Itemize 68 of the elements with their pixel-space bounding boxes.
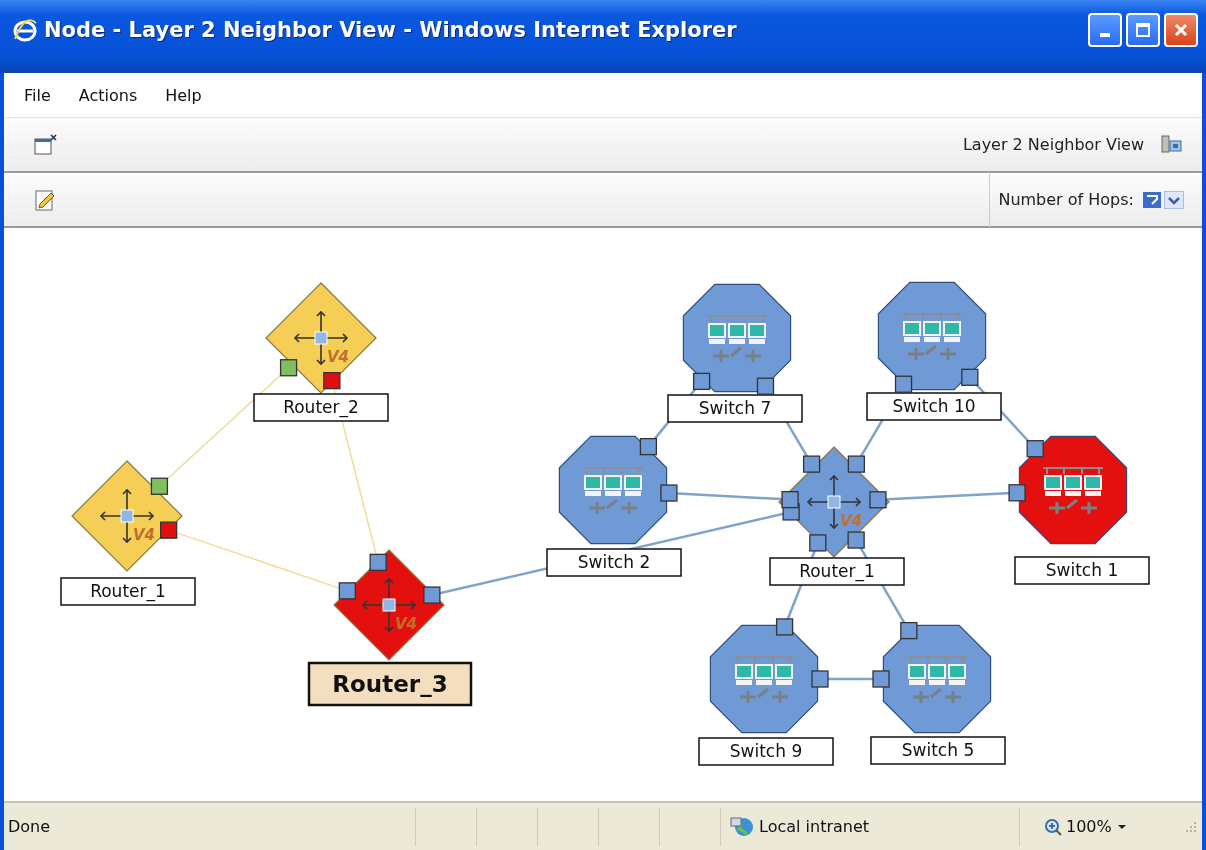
browser-logo-icon [12, 16, 38, 43]
network-view-icon[interactable] [1160, 133, 1184, 156]
port-marker[interactable] [369, 553, 387, 571]
node-label[interactable]: Router_2 [253, 393, 389, 422]
switch-node[interactable] [682, 283, 792, 393]
port-marker[interactable] [781, 490, 799, 509]
port-marker[interactable] [847, 455, 865, 473]
port-marker[interactable] [872, 670, 890, 688]
port-marker[interactable] [660, 484, 678, 502]
close-view-icon[interactable] [34, 133, 58, 156]
port-marker[interactable] [423, 586, 441, 604]
port-marker[interactable] [847, 531, 865, 549]
maximize-icon [1135, 21, 1151, 38]
menu-item[interactable]: Actions [64, 85, 152, 105]
node-label[interactable]: Router_3 [307, 661, 473, 707]
port-marker[interactable] [160, 521, 178, 539]
version-label: V4 [840, 512, 863, 530]
node-label[interactable]: Switch 10 [866, 392, 1002, 421]
router-node[interactable] [71, 460, 183, 572]
minimize-icon [1100, 32, 1110, 37]
status-text: Done [8, 817, 51, 836]
port-marker[interactable] [692, 372, 711, 391]
window-title: Node - Layer 2 Neighbor View - Windows Internet Explorer [44, 17, 738, 42]
resize-grip-icon[interactable] [1184, 819, 1198, 834]
port-marker[interactable] [756, 377, 775, 395]
port-marker[interactable] [811, 670, 829, 688]
switch-node[interactable] [558, 435, 668, 545]
port-marker[interactable] [809, 534, 827, 552]
menu-item[interactable]: File [10, 85, 65, 105]
hops-dropdown[interactable] [1142, 190, 1184, 209]
globe-icon [729, 814, 755, 839]
node-label[interactable]: Switch 1 [1014, 556, 1150, 585]
port-marker[interactable] [1026, 440, 1044, 458]
port-marker[interactable] [639, 437, 658, 456]
port-marker[interactable] [900, 621, 918, 640]
close-icon [1173, 21, 1189, 38]
node-label[interactable]: Router_1 [769, 557, 905, 586]
node-label[interactable]: Switch 5 [870, 736, 1006, 765]
zoom-icon[interactable] [1044, 817, 1062, 836]
port-marker[interactable] [775, 618, 794, 636]
node-label[interactable]: Switch 2 [546, 548, 682, 577]
port-marker[interactable] [279, 359, 298, 377]
port-marker[interactable] [323, 372, 341, 390]
node-label[interactable]: Switch 9 [698, 737, 834, 766]
version-label: V4 [395, 615, 418, 633]
maximize-button[interactable] [1126, 12, 1160, 47]
node-label[interactable]: Switch 7 [667, 394, 803, 423]
port-marker[interactable] [150, 477, 169, 495]
close-button[interactable] [1164, 12, 1198, 47]
view-name: Layer 2 Neighbor View [962, 135, 1144, 154]
version-label: V4 [327, 348, 350, 366]
port-marker[interactable] [338, 582, 356, 600]
minimize-button[interactable] [1088, 12, 1122, 47]
zoom-level[interactable]: 100% [1066, 817, 1112, 836]
port-marker[interactable] [961, 368, 979, 386]
switch-node[interactable] [882, 624, 992, 734]
hops-label: Number of Hops: [989, 172, 1134, 227]
port-marker[interactable] [894, 375, 913, 393]
version-label: V4 [133, 526, 156, 544]
switch-node[interactable] [1018, 435, 1128, 545]
node-label[interactable]: Router_1 [60, 577, 196, 606]
security-zone: Local intranet [759, 817, 870, 836]
port-marker[interactable] [1008, 484, 1026, 502]
menu-item[interactable]: Help [151, 85, 216, 105]
switch-node[interactable] [877, 281, 987, 391]
port-marker[interactable] [869, 491, 887, 509]
switch-node[interactable] [709, 624, 819, 734]
port-marker[interactable] [802, 455, 821, 473]
